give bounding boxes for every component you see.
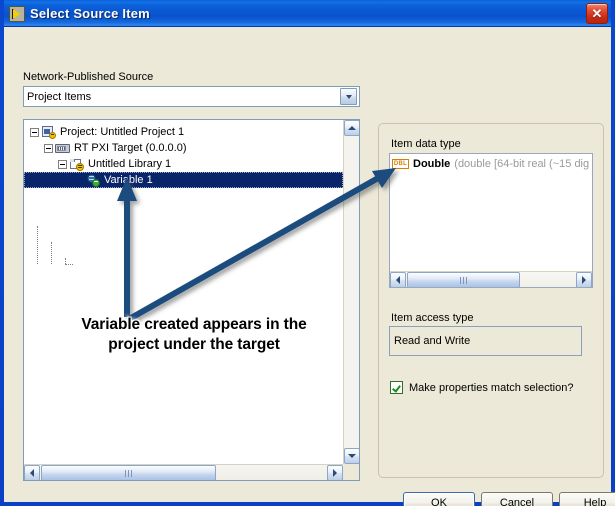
labview-vi-icon [9, 5, 25, 22]
horizontal-scroll-thumb[interactable] [407, 272, 520, 287]
data-type-name: Double [413, 157, 451, 170]
target-icon [55, 141, 71, 156]
source-dropdown-value: Project Items [27, 90, 92, 103]
make-properties-match-label: Make properties match selection? [409, 381, 574, 394]
data-type-horizontal-scrollbar[interactable] [390, 271, 592, 287]
tree-node[interactable]: Variable 1 [24, 172, 343, 188]
horizontal-scroll-thumb[interactable] [41, 465, 216, 480]
chevron-down-icon[interactable] [340, 88, 357, 105]
scroll-left-button[interactable] [390, 272, 406, 287]
source-label: Network-Published Source [23, 71, 154, 83]
scroll-left-button[interactable] [24, 465, 40, 480]
dialog-client-area: Network-Published Source Project Items P… [4, 27, 615, 506]
item-data-type-label: Item data type [391, 138, 461, 150]
title-bar: Select Source Item ✕ [4, 0, 611, 27]
tree-node[interactable]: RT PXI Target (0.0.0.0) [44, 140, 187, 156]
window-title: Select Source Item [30, 6, 150, 21]
tree-vertical-scrollbar[interactable] [343, 120, 359, 464]
project-tree[interactable]: Project: Untitled Project 1 RT PXI Target… [24, 120, 343, 464]
variable-icon [85, 173, 101, 188]
tree-expander-icon[interactable] [44, 143, 53, 153]
tree-expander-icon[interactable] [30, 127, 39, 137]
help-button[interactable]: Help [559, 492, 615, 506]
dialog-window: Select Source Item ✕ Network-Published S… [0, 0, 615, 506]
library-icon [69, 157, 85, 172]
tree-node[interactable]: Project: Untitled Project 1 [30, 124, 184, 140]
make-properties-match-checkbox[interactable]: Make properties match selection? [390, 381, 573, 394]
tree-expander-icon[interactable] [58, 159, 67, 169]
project-icon [41, 125, 57, 140]
source-dropdown[interactable]: Project Items [23, 86, 360, 107]
item-access-type-value: Read and Write [394, 335, 471, 347]
tree-horizontal-scrollbar[interactable] [24, 464, 343, 480]
cancel-button[interactable]: Cancel [481, 492, 553, 506]
close-button[interactable]: ✕ [586, 3, 608, 24]
item-access-type-label: Item access type [391, 312, 474, 324]
data-type-list-item[interactable]: DBL Double (double [64-bit real (~15 dig [392, 156, 589, 171]
scroll-right-button[interactable] [327, 465, 343, 480]
scroll-down-button[interactable] [344, 448, 359, 464]
tree-node-label: Project: Untitled Project 1 [60, 126, 185, 138]
item-access-type-field: Read and Write [389, 326, 582, 356]
scroll-up-button[interactable] [344, 120, 359, 136]
tree-node-label: RT PXI Target (0.0.0.0) [74, 142, 187, 154]
scroll-right-button[interactable] [576, 272, 592, 287]
close-icon: ✕ [591, 6, 603, 21]
checkbox-checked-icon[interactable] [390, 381, 403, 394]
project-tree-panel[interactable]: Project: Untitled Project 1 RT PXI Target… [23, 119, 360, 481]
tree-node-label: Untitled Library 1 [88, 158, 172, 170]
scrollbar-corner [343, 464, 359, 480]
ok-button[interactable]: OK [403, 492, 475, 506]
dbl-type-icon: DBL [392, 158, 409, 169]
data-type-description: (double [64-bit real (~15 dig [454, 157, 590, 170]
tree-node-label: Variable 1 [104, 174, 153, 186]
tree-node[interactable]: Untitled Library 1 [58, 156, 171, 172]
item-data-type-listbox[interactable]: DBL Double (double [64-bit real (~15 dig [389, 153, 593, 288]
